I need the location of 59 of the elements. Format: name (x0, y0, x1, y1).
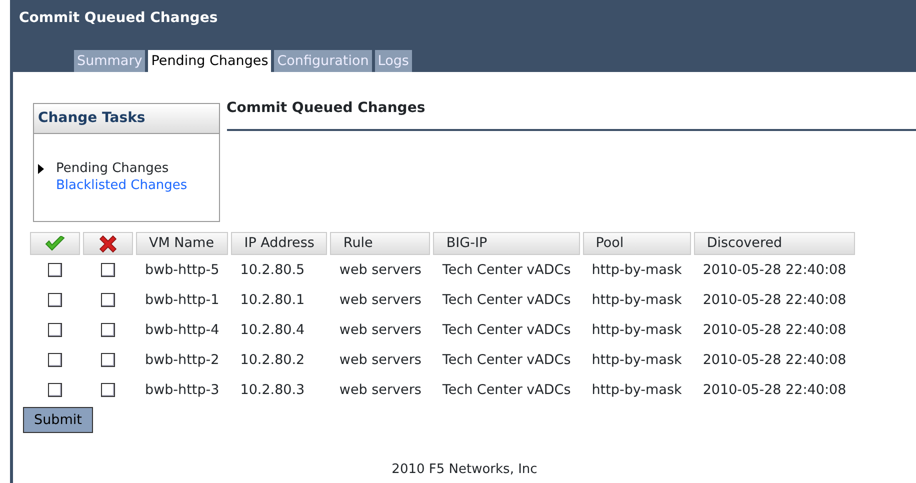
table-cell-text: 2010-05-28 22:40:08 (702, 380, 848, 400)
footer-text: 2010 F5 Networks, Inc (392, 462, 538, 476)
table-cell-text: http-by-mask (590, 350, 683, 370)
section-heading: Commit Queued Changes (226, 99, 426, 118)
tab[interactable]: Pending Changes (148, 50, 272, 72)
tab[interactable]: Configuration (274, 50, 372, 72)
window-title: Commit Queued Changes (19, 9, 218, 28)
table-cell-text: Tech Center vADCs (441, 320, 572, 340)
column-header: Rule (330, 232, 430, 255)
checkbox[interactable] (101, 383, 115, 398)
checkbox[interactable] (101, 353, 115, 368)
table-cell-text: web servers (338, 260, 422, 280)
task-link[interactable]: Blacklisted Changes (56, 177, 188, 194)
checkbox[interactable] (101, 263, 115, 278)
table-cell-text: 2010-05-28 22:40:08 (702, 320, 848, 340)
table-cell-text: 2010-05-28 22:40:08 (702, 350, 848, 370)
panel-title: Change Tasks (34, 104, 219, 134)
tab[interactable]: Logs (374, 50, 412, 72)
table-cell-text: http-by-mask (590, 260, 683, 280)
table-cell-text: 10.2.80.4 (239, 320, 306, 340)
table-cell-text: web servers (338, 350, 422, 370)
column-header: VM Name (136, 232, 228, 255)
table-cell-text: bwb-http-4 (144, 320, 220, 340)
table-cell-text: bwb-http-2 (144, 350, 220, 370)
table-cell-text: Tech Center vADCs (441, 380, 572, 400)
tab[interactable]: Summary (74, 50, 146, 72)
table-cell-text: Tech Center vADCs (441, 290, 572, 310)
column-header: Discovered (694, 232, 856, 255)
checkbox[interactable] (48, 263, 62, 278)
checkbox[interactable] (48, 293, 62, 308)
table-cell-text: 2010-05-28 22:40:08 (702, 290, 848, 310)
table-cell-text: http-by-mask (590, 290, 683, 310)
table-cell-text: http-by-mask (590, 320, 683, 340)
checkbox[interactable] (101, 293, 115, 308)
checkbox[interactable] (48, 383, 62, 398)
checkbox[interactable] (48, 353, 62, 368)
table-cell-text: Tech Center vADCs (441, 350, 572, 370)
table-cell-text: 2010-05-28 22:40:08 (702, 260, 848, 280)
table-cell-text: Tech Center vADCs (441, 260, 572, 280)
table-cell-text: web servers (338, 320, 422, 340)
checkbox[interactable] (48, 323, 62, 338)
task-item[interactable]: Pending Changes (56, 160, 169, 177)
column-header: IP Address (231, 232, 328, 255)
table-cell-text: 10.2.80.2 (239, 350, 306, 370)
column-header: Pool (582, 232, 691, 255)
checkbox[interactable] (101, 323, 115, 338)
table-cell-text: web servers (338, 380, 422, 400)
table-cell-text: web servers (338, 290, 422, 310)
column-header: BIG-IP (433, 232, 580, 255)
table-cell-text: bwb-http-1 (144, 290, 220, 310)
table-cell-text: bwb-http-5 (144, 260, 220, 280)
checkmark-icon (44, 236, 66, 252)
table-cell-text: 10.2.80.3 (239, 380, 306, 400)
table-cell-text: http-by-mask (590, 380, 683, 400)
table-cell-text: 10.2.80.5 (239, 260, 306, 280)
table-cell-text: bwb-http-3 (144, 380, 220, 400)
submit-button[interactable]: Submit (23, 407, 93, 434)
cross-icon (98, 234, 118, 254)
table-cell-text: 10.2.80.1 (239, 290, 306, 310)
